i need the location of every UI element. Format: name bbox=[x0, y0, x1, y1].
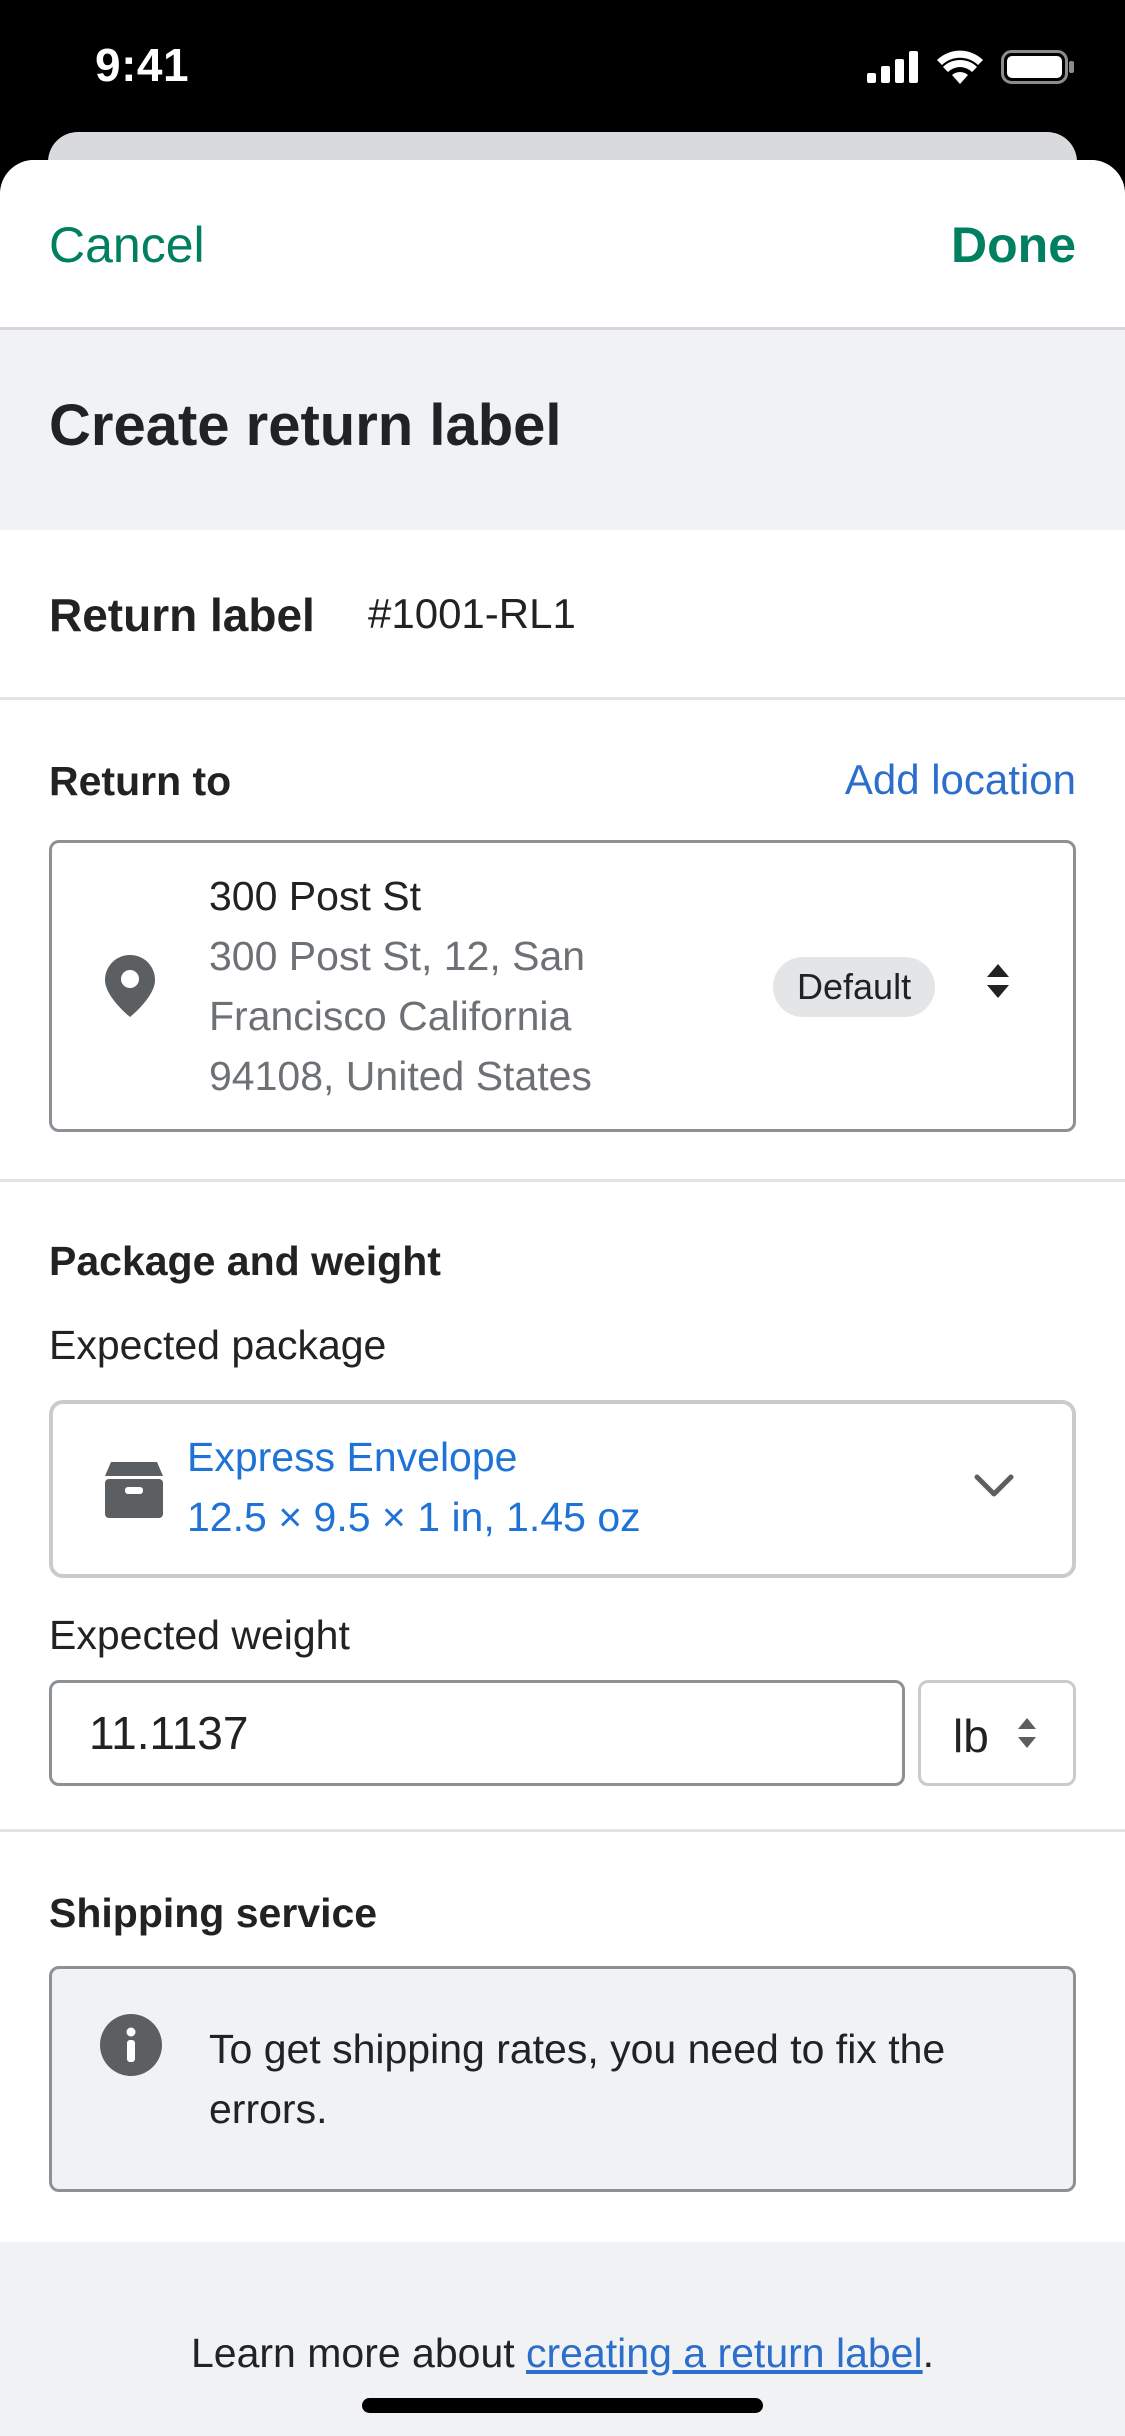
add-location-link[interactable]: Add location bbox=[845, 756, 1076, 804]
default-badge: Default bbox=[773, 957, 936, 1017]
battery-icon bbox=[1001, 50, 1075, 89]
sort-arrows-icon bbox=[986, 964, 1010, 1003]
status-time: 9:41 bbox=[95, 39, 190, 91]
return-label-help-link[interactable]: creating a return label bbox=[526, 2330, 923, 2376]
package-select[interactable]: Express Envelope 12.5 × 9.5 × 1 in, 1.45… bbox=[49, 1400, 1076, 1578]
footer-prefix: Learn more about bbox=[190, 2330, 527, 2376]
footer-text: Learn more about creating a return label… bbox=[0, 2330, 1125, 2377]
footer-suffix: . bbox=[922, 2330, 935, 2376]
return-to-heading: Return to bbox=[49, 758, 232, 804]
package-box-icon bbox=[105, 1462, 163, 1523]
info-message: To get shipping rates, you need to fix t… bbox=[209, 2026, 946, 2132]
address-selector[interactable]: 300 Post St 300 Post St, 12, San Francis… bbox=[49, 840, 1076, 1132]
wifi-icon bbox=[937, 50, 983, 89]
app-screen: 9:41 Cancel Done Create return label Ret… bbox=[0, 0, 1125, 2436]
expected-package-label: Expected package bbox=[49, 1322, 387, 1368]
status-bar: 9:41 bbox=[0, 0, 1125, 140]
status-icons bbox=[867, 50, 1075, 89]
info-banner: To get shipping rates, you need to fix t… bbox=[49, 1966, 1076, 2192]
weight-unit-value: lb bbox=[953, 1710, 989, 1762]
return-label-row: Return label #1001-RL1 bbox=[0, 530, 1125, 700]
address-line-2: Francisco California bbox=[209, 993, 572, 1039]
cancel-button[interactable]: Cancel bbox=[49, 216, 205, 274]
home-indicator[interactable] bbox=[362, 2398, 763, 2413]
unit-arrows-icon bbox=[1017, 1716, 1037, 1755]
address-line-3: 94108, United States bbox=[209, 1053, 592, 1099]
location-pin-icon bbox=[105, 955, 155, 1022]
done-button[interactable]: Done bbox=[951, 216, 1076, 274]
modal-sheet: Cancel Done Create return label Return l… bbox=[0, 160, 1125, 2436]
package-weight-heading: Package and weight bbox=[49, 1238, 441, 1284]
package-name: Express Envelope bbox=[187, 1434, 518, 1480]
weight-unit-select[interactable]: lb bbox=[918, 1680, 1076, 1786]
weight-input[interactable]: 11.1137 bbox=[49, 1680, 905, 1786]
address-name: 300 Post St bbox=[209, 873, 421, 919]
chevron-down-icon bbox=[974, 1474, 1014, 1505]
modal-nav-bar: Cancel Done bbox=[0, 160, 1125, 330]
form-content: Return label #1001-RL1 Return to Add loc… bbox=[0, 530, 1125, 2242]
shipping-service-section: Shipping service To get shipping rates, … bbox=[0, 1832, 1125, 2242]
package-dimensions: 12.5 × 9.5 × 1 in, 1.45 oz bbox=[187, 1494, 641, 1540]
cellular-signal-icon bbox=[867, 51, 919, 88]
return-label-title: Return label bbox=[49, 589, 315, 641]
shipping-service-heading: Shipping service bbox=[49, 1890, 378, 1936]
address-line-1: 300 Post St, 12, San bbox=[209, 933, 586, 979]
package-weight-section: Package and weight Expected package Expr… bbox=[0, 1182, 1125, 1832]
return-label-number: #1001-RL1 bbox=[368, 590, 576, 637]
page-title: Create return label bbox=[49, 393, 562, 458]
return-to-section: Return to Add location 300 Post St 300 P… bbox=[0, 700, 1125, 1182]
expected-weight-label: Expected weight bbox=[49, 1612, 350, 1658]
page-header: Create return label bbox=[0, 330, 1125, 530]
info-icon bbox=[100, 2014, 162, 2081]
